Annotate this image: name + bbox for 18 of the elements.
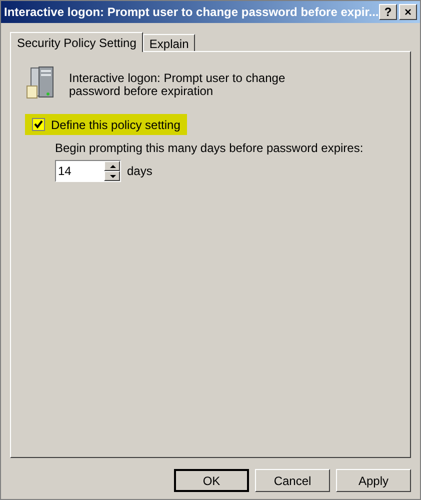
days-spinner[interactable]: 14 [55,160,121,182]
dialog-button[interactable]: OK [174,469,249,492]
dialog-button[interactable]: Cancel [255,469,330,492]
checkbox-label: Define this policy setting [51,116,180,134]
help-button[interactable]: ? [379,4,397,20]
policy-name: Interactive logon: Prompt user to change password before expiration [69,70,286,100]
tab[interactable]: Security Policy Setting [10,32,144,52]
days-field[interactable]: 14 [56,161,104,181]
window-title: Interactive logon: Prompt user to change password before expir... [4,4,379,21]
days-unit: days [127,163,152,180]
days-label: Begin prompting this many days before password expires: [55,140,364,157]
spin-up-icon[interactable] [104,161,120,171]
close-button[interactable]: × [399,4,417,20]
checkbox[interactable] [32,118,45,131]
define-checkbox-row[interactable]: Define this policy setting [25,114,188,135]
dialog-button[interactable]: Apply [336,469,411,492]
tab[interactable]: Explain [143,34,195,51]
spin-down-icon[interactable] [104,171,120,181]
